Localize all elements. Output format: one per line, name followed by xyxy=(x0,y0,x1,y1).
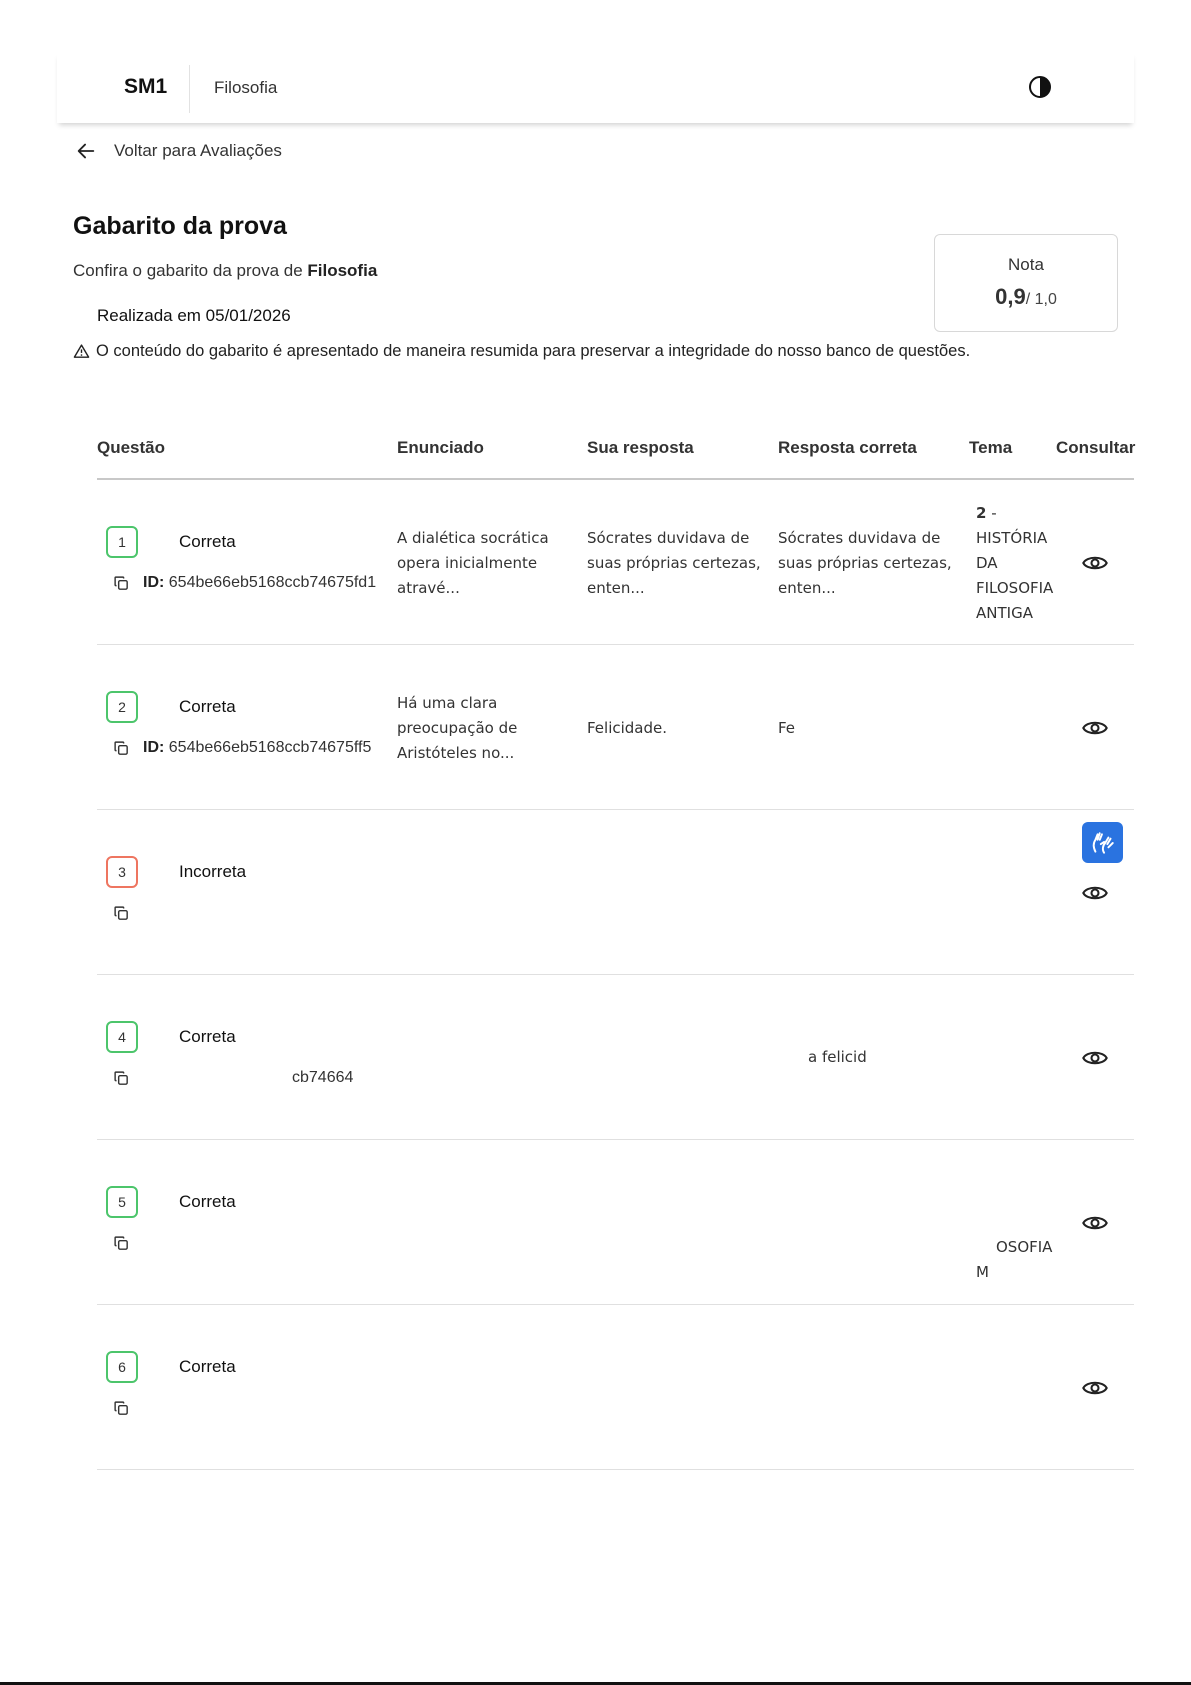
table-row: 5 Correta OSOFIA M xyxy=(97,1140,1134,1305)
question-id-value: cb74664 xyxy=(292,1069,354,1086)
eye-icon[interactable] xyxy=(1081,549,1109,577)
copy-icon[interactable] xyxy=(113,575,130,592)
question-number-badge: 6 xyxy=(106,1351,138,1383)
column-header-questao: Questão xyxy=(97,438,166,457)
contrast-icon[interactable] xyxy=(1028,75,1052,99)
column-header-sua-resposta: Sua resposta xyxy=(587,438,694,457)
column-header-enunciado: Enunciado xyxy=(397,438,484,457)
answer-status: Correta xyxy=(179,1027,236,1046)
question-number-badge: 4 xyxy=(106,1021,138,1053)
grade-score: 0,9 xyxy=(995,284,1026,309)
copy-icon[interactable] xyxy=(113,1070,130,1087)
column-header-consultar: Consultar xyxy=(1056,438,1136,457)
subtitle-subject: Filosofia xyxy=(307,261,378,280)
eye-icon[interactable] xyxy=(1081,1209,1109,1237)
answer-status: Correta xyxy=(179,532,236,551)
table-row: 4 Correta cb74664 a felicid xyxy=(97,975,1134,1140)
copy-icon[interactable] xyxy=(113,1400,130,1417)
correct-answer-cell: a felicid xyxy=(808,1048,867,1066)
answers-table-header: Questão Enunciado Sua resposta Resposta … xyxy=(97,432,1136,480)
brand-logo[interactable]: SM1 xyxy=(124,75,167,99)
page-title: Gabarito da prova xyxy=(73,212,287,240)
your-answer-cell: Sócrates duvidava de suas próprias certe… xyxy=(587,529,761,597)
table-row: 3 Incorreta xyxy=(97,810,1134,975)
correct-answer-cell: Fe xyxy=(778,719,796,737)
question-number-badge: 3 xyxy=(106,856,138,888)
header-divider xyxy=(189,65,190,113)
table-row: 1 Correta ID: 654be66eb5168ccb74675fd1 A… xyxy=(97,480,1134,645)
copy-icon[interactable] xyxy=(113,740,130,757)
summary-notice: O conteúdo do gabarito é apresentado de … xyxy=(73,342,970,361)
back-to-evaluations-link[interactable]: Voltar para Avaliações xyxy=(75,139,282,163)
your-answer-cell: Felicidade. xyxy=(587,719,668,737)
question-id: ID: 654be66eb5168ccb74675ff5 xyxy=(143,739,371,757)
copy-icon[interactable] xyxy=(113,1235,130,1252)
question-id: ID: 654be66eb5168ccb74675fd1 xyxy=(143,574,376,592)
question-id-label: ID: xyxy=(143,739,165,756)
back-link-label: Voltar para Avaliações xyxy=(114,141,282,160)
answer-status: Correta xyxy=(179,697,236,716)
theme-text: OSOFIA M xyxy=(976,1238,1053,1281)
warning-icon xyxy=(73,344,90,358)
question-id: cb74664 xyxy=(292,1069,353,1087)
question-number-badge: 5 xyxy=(106,1186,138,1218)
exam-date: Realizada em 05/01/2026 xyxy=(97,306,291,325)
theme-cell: 2 - HISTÓRIA DA FILOSOFIA ANTIGA xyxy=(976,501,1061,626)
grade-total: / 1,0 xyxy=(1025,291,1057,308)
question-id-label: ID: xyxy=(143,574,165,591)
grade-card: Nota 0,9/ 1,0 xyxy=(934,234,1118,332)
header-subject: Filosofia xyxy=(214,78,278,97)
notice-text: O conteúdo do gabarito é apresentado de … xyxy=(96,342,971,360)
question-id-value: 654be66eb5168ccb74675ff5 xyxy=(168,739,372,756)
question-id-value: 654be66eb5168ccb74675fd1 xyxy=(168,574,377,591)
theme-cell: OSOFIA M xyxy=(976,1235,1060,1285)
page-subtitle: Confira o gabarito da prova de Filosofia xyxy=(73,261,377,281)
question-number-badge: 2 xyxy=(106,691,138,723)
grade-value: 0,9/ 1,0 xyxy=(935,284,1117,310)
question-number-badge: 1 xyxy=(106,526,138,558)
answer-status: Incorreta xyxy=(179,862,247,881)
eye-icon[interactable] xyxy=(1081,1374,1109,1402)
table-row: 6 Correta xyxy=(97,1305,1134,1470)
column-header-tema: Tema xyxy=(969,438,1013,457)
arrow-left-icon xyxy=(77,143,95,159)
column-header-resposta-correta: Resposta correta xyxy=(778,438,917,457)
theme-text: - HISTÓRIA DA FILOSOFIA ANTIGA xyxy=(976,504,1054,622)
table-row: 2 Correta ID: 654be66eb5168ccb74675ff5 H… xyxy=(97,645,1134,810)
enunciado-cell: Há uma clara preocupação de Aristóteles … xyxy=(397,694,518,762)
theme-number: 2 xyxy=(976,504,987,522)
grade-label: Nota xyxy=(1008,255,1044,274)
subtitle-prefix: Confira o gabarito da prova de xyxy=(73,261,308,280)
top-header: SM1 Filosofia xyxy=(57,52,1134,123)
accessibility-button[interactable] xyxy=(1082,822,1123,863)
copy-icon[interactable] xyxy=(113,905,130,922)
answer-status: Correta xyxy=(179,1192,236,1211)
enunciado-cell: A dialética socrática opera inicialmente… xyxy=(397,529,549,597)
sign-language-hands-icon xyxy=(1092,831,1114,854)
answer-status: Correta xyxy=(179,1357,236,1376)
correct-answer-cell: Sócrates duvidava de suas próprias certe… xyxy=(778,529,952,597)
eye-icon[interactable] xyxy=(1081,714,1109,742)
eye-icon[interactable] xyxy=(1081,879,1109,907)
eye-icon[interactable] xyxy=(1081,1044,1109,1072)
